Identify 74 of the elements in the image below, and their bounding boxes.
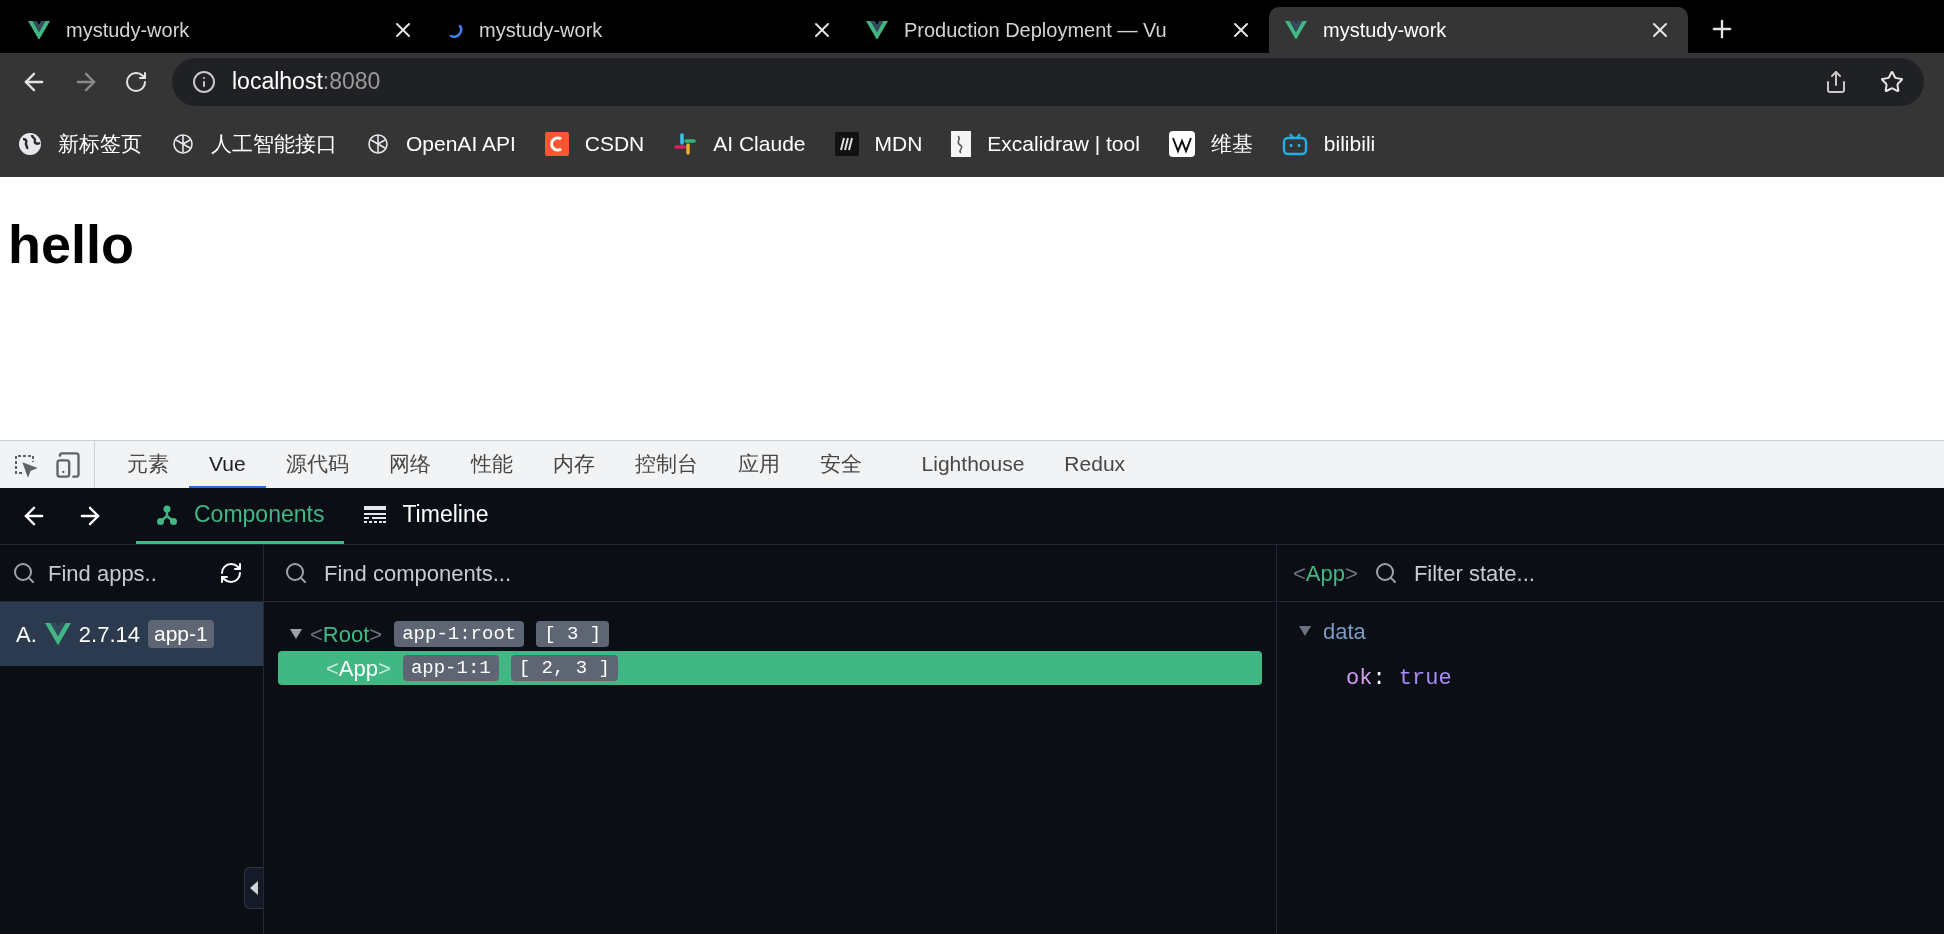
devtools-tab[interactable]: 控制台	[614, 441, 718, 488]
bookmark[interactable]: 新标签页	[18, 127, 142, 160]
star-icon[interactable]	[1880, 69, 1904, 94]
devtools-tab[interactable]: 元素	[107, 441, 189, 488]
bookmark[interactable]: 人工智能接口	[171, 127, 337, 160]
devtools-tab[interactable]: 应用	[717, 441, 800, 488]
devtools-tab[interactable]: 网络	[368, 441, 451, 488]
hash-logo-icon	[673, 131, 698, 156]
filter-field[interactable]: Filter state...	[1413, 556, 1928, 590]
component-id-badge: app-1:1	[402, 655, 499, 681]
search-icon	[284, 561, 308, 585]
globe-icon	[18, 131, 42, 156]
tab-title: mystudy-work	[66, 18, 191, 43]
tab-title: mystudy-work	[479, 18, 604, 43]
search-icon	[12, 561, 36, 585]
caret-left-icon	[250, 881, 258, 895]
browser-tab[interactable]: mystudy-work	[1269, 7, 1688, 53]
share-icon[interactable]	[1824, 69, 1848, 94]
expand-caret-icon[interactable]	[1299, 626, 1311, 636]
app-version: 2.7.14	[78, 620, 140, 649]
search-field[interactable]: Find apps..	[48, 556, 198, 590]
sketch-logo-icon	[951, 130, 972, 157]
search-icon	[1373, 561, 1398, 585]
component-name: <App>	[1293, 559, 1358, 588]
app-row[interactable]: A. 2.7.14 app-1	[0, 602, 263, 666]
m-logo-icon	[834, 131, 859, 156]
bookmark[interactable]: MDN	[834, 127, 923, 160]
v-logo-icon	[1285, 20, 1307, 40]
devtools-tab[interactable]: Redux	[1044, 441, 1146, 488]
bookmark[interactable]: OpenAI API	[366, 127, 516, 160]
devtools-tab[interactable]: 安全	[799, 441, 882, 488]
bookmark[interactable]: bilibili	[1281, 127, 1376, 160]
page-heading: hello	[8, 217, 135, 271]
bookmark[interactable]: Excalidraw | tool	[951, 127, 1140, 160]
component-row[interactable]: <Root> app-1:root [ 3 ]	[278, 617, 1262, 651]
search-field[interactable]: Find components...	[324, 556, 1256, 590]
timeline-icon	[364, 505, 387, 524]
app-id-badge: app-1	[147, 620, 214, 648]
devtools-tab[interactable]: 性能	[450, 441, 533, 488]
v-logo-icon	[28, 20, 50, 40]
v-logo-icon	[44, 622, 71, 646]
state-entry: ok: true	[1345, 665, 1453, 693]
component-row[interactable]: <App> app-1:1 [ 2, 3 ]	[278, 651, 1262, 685]
address-bar[interactable]: localhost:8080	[172, 57, 1924, 106]
refresh-icon[interactable]	[219, 561, 243, 585]
collapse-handle[interactable]	[244, 867, 263, 909]
bookmark[interactable]: AI Claude	[673, 127, 806, 160]
reload-icon[interactable]	[124, 69, 148, 94]
tab-title: mystudy-work	[1323, 18, 1448, 43]
component-index-badge: [ 2, 3 ]	[510, 655, 618, 681]
device-toggle-icon[interactable]	[54, 450, 82, 479]
panel-tab[interactable]: Timeline	[344, 488, 509, 544]
knot-logo-icon	[366, 131, 390, 156]
w-logo-icon	[1168, 130, 1195, 157]
url-text: localhost:8080	[232, 67, 382, 97]
tree-icon	[156, 503, 178, 526]
info-icon[interactable]	[192, 69, 216, 94]
v-logo-icon	[866, 20, 888, 40]
bookmark[interactable]: CSDN	[544, 127, 645, 160]
section-title: data	[1323, 617, 1366, 646]
app-name: A.	[16, 620, 37, 649]
c-logo-icon	[544, 131, 569, 156]
devtools-tab[interactable]: 源代码	[265, 441, 369, 488]
component-name: <App>	[326, 654, 391, 683]
bookmark[interactable]: 维基	[1168, 127, 1253, 160]
component-index-badge: [ 3 ]	[536, 621, 610, 647]
devtools-tab[interactable]: 内存	[532, 441, 615, 488]
loading-spinner-icon	[447, 22, 463, 38]
component-id-badge: app-1:root	[394, 621, 525, 647]
component-name: <Root>	[310, 620, 383, 649]
knot-logo-icon	[171, 131, 195, 156]
tab-title: Production Deployment — Vu	[904, 18, 1168, 43]
devtools-tab[interactable]: Lighthouse	[901, 441, 1045, 488]
expand-caret-icon[interactable]	[290, 629, 302, 639]
